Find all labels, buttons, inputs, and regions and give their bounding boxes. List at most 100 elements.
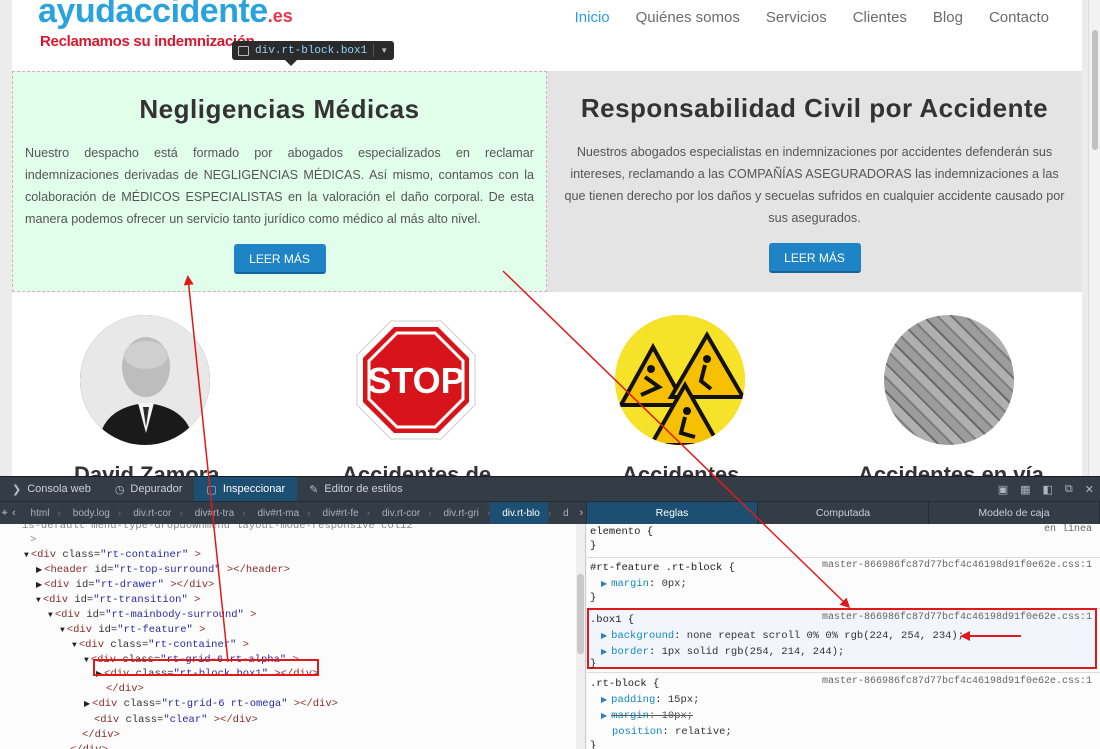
tab-inspector-label: Inspeccionar	[222, 483, 286, 495]
tab-box-model[interactable]: Modelo de caja	[929, 502, 1100, 524]
lawyer-portrait-image[interactable]	[80, 315, 210, 445]
markup-scrollbar[interactable]	[576, 524, 585, 749]
expand-arrow-icon: ▶	[601, 580, 608, 589]
markup-node[interactable]: ▶ <div id="rt-drawer" ></div>	[36, 578, 214, 593]
rule3-prop-margin-overridden[interactable]: ▶ margin: 10px;	[601, 708, 693, 724]
expand-twisty-icon[interactable]: ▶	[36, 581, 42, 590]
cobblestone-road-image[interactable]	[884, 315, 1014, 445]
feature-section: Negligencias Médicas Nuestro despacho es…	[12, 71, 1082, 292]
tab-style-editor[interactable]: ✎ Editor de estilos	[297, 477, 414, 501]
expand-twisty-icon[interactable]: ▶	[36, 566, 42, 575]
caption-lawyer-name: David Zamora	[74, 462, 220, 476]
breadcrumb-item[interactable]: body.log	[61, 502, 118, 525]
logo-tld: .es	[267, 6, 293, 26]
collapse-twisty-icon[interactable]: ▼	[60, 626, 65, 635]
breadcrumb-item[interactable]: div#rt-fe	[311, 502, 367, 525]
breadcrumb-item[interactable]: html	[19, 502, 58, 525]
close-icon[interactable]: ✕	[1085, 483, 1094, 496]
devtools-window-controls: ▣ ▦ ◧ ⧉ ✕	[998, 477, 1094, 501]
pick-element-icon[interactable]: ⌖	[0, 502, 9, 525]
tab-inspector[interactable]: ▢ Inspeccionar	[194, 477, 298, 501]
collapse-twisty-icon[interactable]: ▼	[72, 641, 77, 650]
breadcrumb-item[interactable]: div#rt-tra	[183, 502, 242, 525]
rule3-source-link[interactable]: master-866986fc87d77bcf4c46198d91f0e62e.…	[822, 676, 1092, 687]
inspector-icon: ▢	[206, 483, 217, 496]
page-margin-left	[0, 0, 12, 476]
box1-read-more-button[interactable]: LEER MÁS	[233, 244, 326, 274]
settings-icon[interactable]: ▦	[1020, 483, 1030, 496]
tab-console[interactable]: ❯ Consola web	[0, 477, 103, 501]
nav-contacto[interactable]: Contacto	[976, 8, 1062, 28]
markup-node[interactable]: ▶ <div class="rt-grid-6 rt-omega" ></div>	[84, 697, 338, 712]
tab-rules[interactable]: Reglas	[587, 502, 758, 524]
markup-node[interactable]: ▼ <div class="rt-container" >	[72, 638, 249, 653]
tab-computed[interactable]: Computada	[758, 502, 929, 524]
breadcrumb-item[interactable]: div.rt-cor	[121, 502, 179, 525]
breadcrumb-item[interactable]: div.rt-gri	[432, 502, 487, 525]
nav-servicios[interactable]: Servicios	[753, 8, 840, 28]
responsive-mode-icon[interactable]: ▣	[998, 483, 1008, 496]
nav-quienes-somos[interactable]: Quiénes somos	[623, 8, 753, 28]
markup-node[interactable]: ▶ <header id="rt-top-surround" ></header>	[36, 563, 290, 578]
rule1-source-link[interactable]: master-866986fc87d77bcf4c46198d91f0e62e.…	[822, 560, 1092, 571]
markup-node[interactable]: ▼ <div id="rt-feature" >	[60, 623, 205, 638]
rule2-prop-border[interactable]: ▶ border: 1px solid rgb(254, 214, 244);	[601, 644, 844, 660]
rules-view: elemento { en línea } #rt-feature .rt-bl…	[587, 524, 1100, 749]
markup-node[interactable]: </div>	[82, 728, 120, 743]
page-scrollbar[interactable]	[1088, 0, 1100, 476]
rule1-prop[interactable]: ▶ margin: 0px;	[601, 576, 687, 592]
collapse-twisty-icon[interactable]: ▼	[24, 551, 29, 560]
tab-debugger[interactable]: ◷ Depurador	[103, 477, 195, 501]
markup-node[interactable]: <div class="clear" ></div>	[94, 713, 258, 728]
logo-main-text: ayudaccidente	[38, 0, 268, 30]
breadcrumb-item-selected[interactable]: div.rt-blo	[490, 501, 548, 525]
rule2-prop-background[interactable]: ▶ background: none repeat scroll 0% 0% rg…	[601, 628, 964, 644]
stop-sign-image[interactable]: STOP	[351, 315, 481, 445]
sidebar-tabs: Reglas Computada Modelo de caja	[586, 501, 1100, 524]
expand-twisty-icon[interactable]: ▶	[84, 700, 90, 709]
chevron-right-icon[interactable]: ›	[577, 502, 586, 525]
site-logo[interactable]: ayudaccidente.es	[38, 0, 293, 31]
nav-blog[interactable]: Blog	[920, 8, 976, 28]
rule3-prop-padding[interactable]: ▶ padding: 15px;	[601, 692, 699, 708]
markup-tree: <div id="rt-utility"></div></div><div cl…	[0, 524, 586, 749]
warning-signs-image[interactable]	[615, 315, 745, 445]
rule3-prop-position[interactable]: position: relative;	[612, 724, 732, 740]
tooltip-divider	[373, 44, 375, 57]
collapse-twisty-icon[interactable]: ▼	[48, 611, 53, 620]
rule2-selector[interactable]: .box1 {	[590, 612, 634, 628]
nav-clientes[interactable]: Clientes	[840, 8, 920, 28]
page-scrollbar-thumb[interactable]	[1092, 30, 1098, 150]
split-console-icon[interactable]: ⧉	[1065, 483, 1073, 496]
breadcrumb-item[interactable]: div#rt-ma	[246, 502, 308, 525]
rule1-selector[interactable]: #rt-feature .rt-block {	[590, 560, 735, 576]
rule-divider	[587, 672, 1100, 673]
box1-text: Nuestro despacho está formado por abogad…	[25, 146, 534, 226]
markup-node[interactable]: </div>	[106, 682, 144, 697]
console-icon: ❯	[12, 483, 22, 496]
collapse-twisty-icon[interactable]: ▼	[84, 656, 89, 665]
caption-accidentes: Accidentes	[622, 462, 740, 476]
markup-node[interactable]: ▼ <div id="rt-mainbody-surround" >	[48, 608, 256, 623]
markup-node[interactable]: </div>	[70, 743, 108, 749]
dock-icon[interactable]: ◧	[1043, 483, 1053, 496]
rule-element-selector: elemento {	[590, 526, 654, 538]
markup-scrollbar-thumb[interactable]	[577, 574, 584, 654]
tooltip-selector: div.rt-block.box1	[255, 44, 368, 57]
breadcrumb-item[interactable]: div.rt-cor	[370, 502, 428, 525]
markup-node[interactable]: >	[30, 533, 36, 548]
dropdown-arrow-icon[interactable]: ▼	[380, 46, 388, 55]
chevron-left-icon[interactable]: ‹	[9, 502, 18, 525]
devtools-panel: ❯ Consola web ◷ Depurador ▢ Inspeccionar ✎ E…	[0, 476, 1100, 749]
rule3-selector[interactable]: .rt-block {	[590, 676, 659, 692]
rule-divider	[587, 557, 1100, 558]
markup-node[interactable]: ▼ <div class="rt-container" >	[24, 548, 201, 563]
markup-node[interactable]: ▼ <div id="rt-transition" >	[36, 593, 200, 608]
pick-element-icon[interactable]	[238, 45, 249, 56]
box2-read-more-button[interactable]: LEER MÁS	[768, 243, 861, 273]
nav-inicio[interactable]: Inicio	[562, 8, 623, 28]
rule2-source-link[interactable]: master-866986fc87d77bcf4c46198d91f0e62e.…	[822, 612, 1092, 623]
markup-node[interactable]: is-default menu-type-dropdownmenu layout…	[22, 524, 413, 534]
collapse-twisty-icon[interactable]: ▼	[36, 596, 41, 605]
breadcrumb-item[interactable]: d	[551, 502, 577, 525]
